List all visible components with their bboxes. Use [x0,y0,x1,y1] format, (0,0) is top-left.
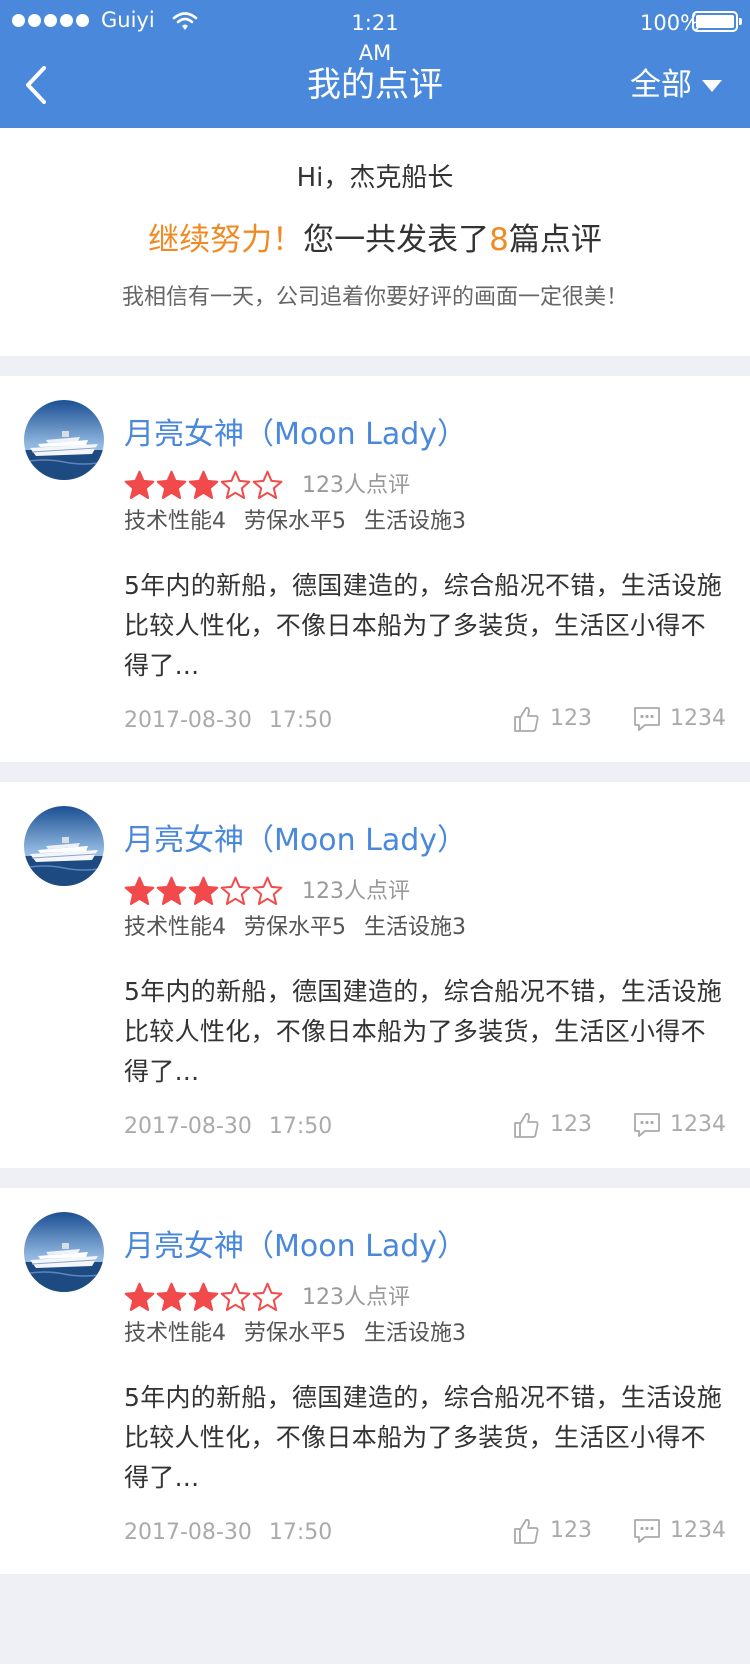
thumbs-up-icon [514,1112,539,1138]
review-card[interactable]: 月亮女神（Moon Lady） 123人点评 技术性能4 劳保水平5 生活设施3 5… [0,782,750,1168]
caret-down-icon [702,80,722,92]
score-item: 劳保水平5 [244,915,346,940]
star-filled-icon [124,1282,155,1312]
back-button[interactable] [18,60,58,110]
score-list: 技术性能4 劳保水平5 生活设施3 [124,1318,466,1350]
review-date: 2017-08-30 17:50 [124,1520,333,1545]
carrier-name: Guiyi [101,8,155,32]
greeting-text: Hi，杰克船长 [296,163,454,193]
count-suffix: 篇点评 [508,222,602,258]
ship-avatar [24,806,104,886]
ship-name[interactable]: 月亮女神（Moon Lady） [124,820,467,862]
summary-panel: Hi，杰克船长 继续努力！您一共发表了8篇点评 我相信有一天，公司追着你要好评的… [0,128,750,356]
comment-button[interactable]: 1234 [632,702,726,736]
review-date: 2017-08-30 17:50 [124,708,333,733]
motto-text: 我相信有一天，公司追着你要好评的画面一定很美！ [121,285,628,310]
review-text: 5年内的新船，德国建造的，综合船况不错，生活设施比较人性化，不像日本船为了多装货… [124,977,723,1086]
ship-avatar [24,1212,104,1292]
like-button[interactable]: 123 [512,1514,592,1548]
review-card[interactable]: 月亮女神（Moon Lady） 123人点评 技术性能4 劳保水平5 生活设施3 5… [0,1188,750,1574]
ship-avatar [24,400,104,480]
page-title: 我的点评 [307,65,443,105]
like-button[interactable]: 123 [512,1108,592,1142]
score-item: 生活设施3 [364,915,466,940]
score-list: 技术性能4 劳保水平5 生活设施3 [124,912,466,944]
comment-bubble-icon [634,1519,660,1543]
star-filled-icon [188,876,219,906]
review-text: 5年内的新船，德国建造的，综合船况不错，生活设施比较人性化，不像日本船为了多装货… [124,1383,723,1492]
comment-button[interactable]: 1234 [632,1108,726,1142]
star-filled-icon [188,470,219,500]
score-item: 劳保水平5 [244,509,346,534]
star-filled-icon [156,876,187,906]
star-filled-icon [124,876,155,906]
review-text: 5年内的新船，德国建造的，综合船况不错，生活设施比较人性化，不像日本船为了多装货… [124,571,723,680]
score-item: 生活设施3 [364,1321,466,1346]
score-list: 技术性能4 劳保水平5 生活设施3 [124,506,466,538]
ship-name[interactable]: 月亮女神（Moon Lady） [124,1226,467,1268]
star-rating [124,470,283,501]
score-item: 技术性能4 [124,509,226,534]
thumbs-up-icon [514,1518,539,1544]
comment-count: 1234 [670,706,726,731]
star-empty-icon [220,470,251,500]
review-stats: 继续努力！您一共发表了8篇点评 [0,218,750,262]
ship-review-count: 123人点评 [302,879,410,904]
cruise-ship-icon [24,400,104,480]
count-prefix: 您一共发表了 [303,222,490,258]
ship-review-count: 123人点评 [302,1285,410,1310]
signal-icon [12,14,89,27]
encourage-text: 继续努力！ [148,222,304,258]
score-item: 技术性能4 [124,1321,226,1346]
star-filled-icon [124,470,155,500]
comment-button[interactable]: 1234 [632,1514,726,1548]
status-bar: Guiyi 1:21 AM 100% [0,0,750,65]
star-rating [124,876,283,907]
cruise-ship-icon [24,1212,104,1292]
star-empty-icon [252,470,283,500]
like-count: 123 [550,1518,592,1543]
star-filled-icon [156,1282,187,1312]
ship-name[interactable]: 月亮女神（Moon Lady） [124,414,467,456]
filter-label: 全部 [630,67,692,103]
thumbs-up-icon [514,706,539,732]
wifi-icon [172,12,198,30]
comment-count: 1234 [670,1112,726,1137]
filter-dropdown[interactable]: 全部 [630,64,722,106]
comment-bubble-icon [634,707,660,731]
comment-bubble-icon [634,1113,660,1137]
star-filled-icon [156,470,187,500]
review-date: 2017-08-30 17:50 [124,1114,333,1139]
score-item: 生活设施3 [364,509,466,534]
review-card[interactable]: 月亮女神（Moon Lady） 123人点评 技术性能4 劳保水平5 生活设施3 5… [0,376,750,762]
like-button[interactable]: 123 [512,702,592,736]
star-filled-icon [188,1282,219,1312]
status-time: 1:21 AM [351,11,399,65]
star-empty-icon [220,876,251,906]
score-item: 技术性能4 [124,915,226,940]
top-bar: Guiyi 1:21 AM 100% 我的点评 全部 [0,0,750,128]
like-count: 123 [550,1112,592,1137]
review-total-count: 8 [489,222,509,258]
cruise-ship-icon [24,806,104,886]
ship-review-count: 123人点评 [302,473,410,498]
star-empty-icon [252,876,283,906]
comment-count: 1234 [670,1518,726,1543]
star-empty-icon [220,1282,251,1312]
score-item: 劳保水平5 [244,1321,346,1346]
like-count: 123 [550,706,592,731]
star-empty-icon [252,1282,283,1312]
battery-icon [692,11,742,32]
star-rating [124,1282,283,1313]
